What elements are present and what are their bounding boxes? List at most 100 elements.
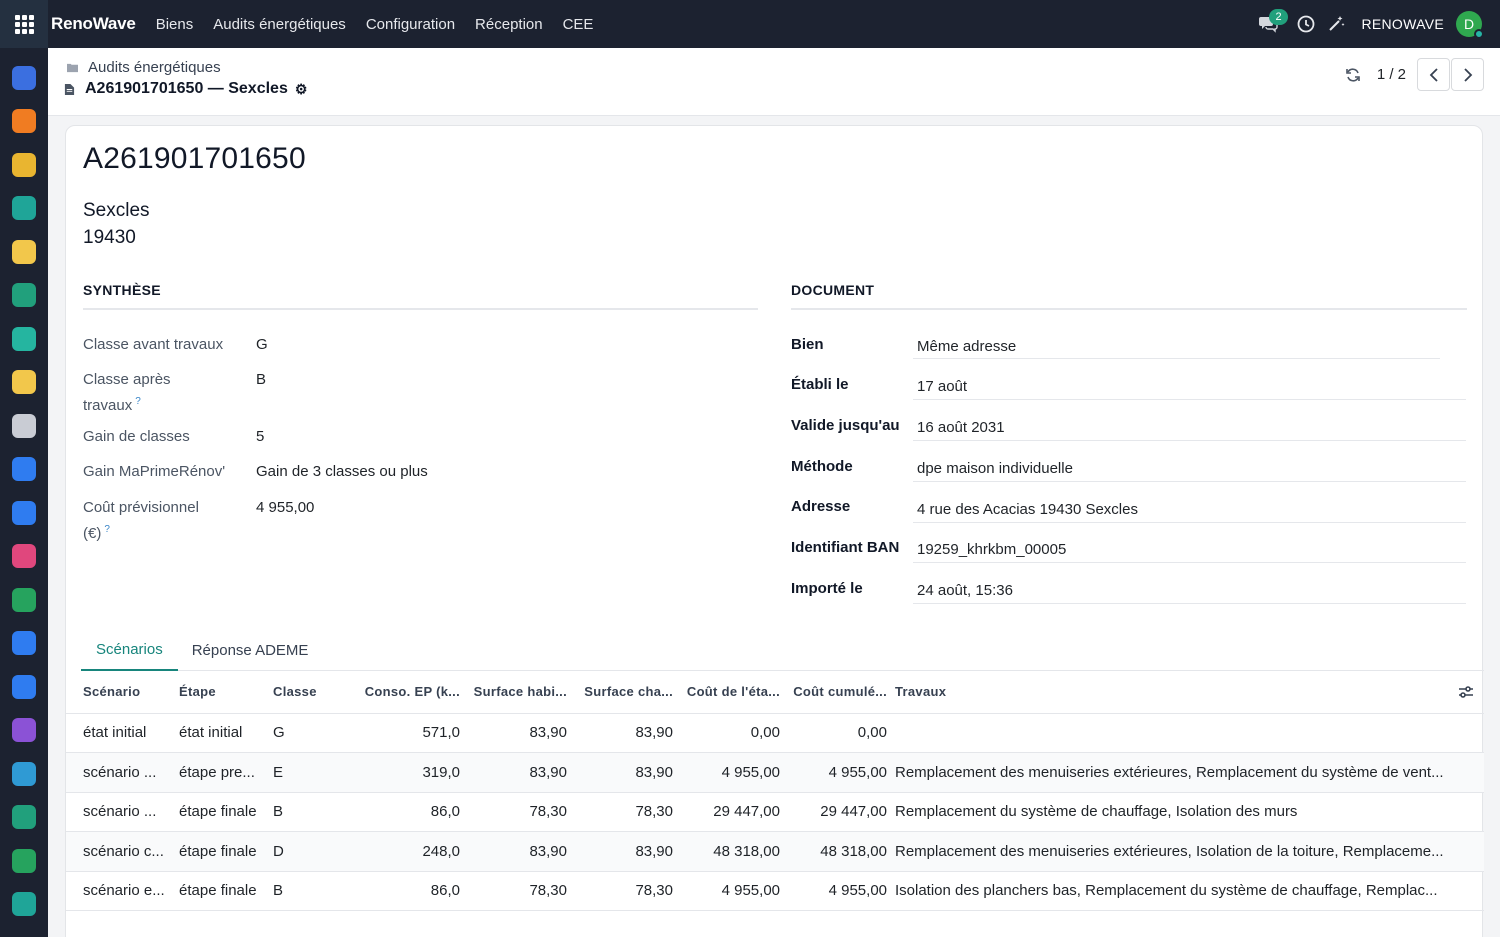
menu-item-configuration[interactable]: Configuration bbox=[356, 16, 465, 33]
dock-app-button[interactable] bbox=[0, 709, 48, 753]
cell-cout-etape: 0,00 bbox=[677, 713, 784, 753]
dock-app-button[interactable] bbox=[0, 752, 48, 796]
dock-app-button[interactable] bbox=[0, 230, 48, 274]
dock-app-button[interactable] bbox=[0, 578, 48, 622]
menu-item-biens[interactable]: Biens bbox=[146, 16, 204, 33]
column-header-travaux[interactable]: Travaux bbox=[891, 671, 1484, 714]
breadcrumb-parent[interactable]: Audits énergétiques bbox=[67, 59, 221, 76]
cell-travaux: Isolation des planchers bas, Remplacemen… bbox=[891, 871, 1484, 911]
table-row[interactable]: scénario ... étape pre... E 319,0 83,90 83,90… bbox=[66, 752, 1484, 793]
optional-columns-toggle-icon[interactable] bbox=[1458, 685, 1474, 699]
pager-previous-button[interactable] bbox=[1417, 58, 1450, 91]
dock-app-button[interactable] bbox=[0, 274, 48, 318]
app-icon bbox=[12, 761, 36, 786]
pager: 1 / 2 bbox=[1343, 58, 1484, 91]
table-row[interactable]: scénario c... étape finale D 248,0 83,90 83,9… bbox=[66, 831, 1484, 872]
debug-button[interactable] bbox=[1321, 0, 1351, 48]
cell-cout-cumule: 29 447,00 bbox=[784, 792, 891, 832]
dock-app-button[interactable] bbox=[0, 665, 48, 709]
column-header-cout-cumule[interactable]: Coût cumulé... bbox=[784, 671, 891, 714]
synthese-divider bbox=[83, 308, 758, 310]
tab-scenarios[interactable]: Scénarios bbox=[81, 629, 178, 671]
dock-app-button[interactable] bbox=[0, 317, 48, 361]
cell-surface-chauffee: 83,90 bbox=[571, 831, 677, 872]
dock-app-button[interactable] bbox=[0, 404, 48, 448]
table-row[interactable]: scénario ... étape finale B 86,0 78,30 78,30 2… bbox=[66, 792, 1484, 832]
field-value-valide-jusqu[interactable]: 16 août 2031 bbox=[917, 419, 1005, 436]
messages-badge: 2 bbox=[1269, 9, 1288, 25]
table-row[interactable]: état initial état initial G 571,0 83,90 83,90… bbox=[66, 713, 1484, 753]
field-value-gain-classes: 5 bbox=[256, 428, 265, 445]
column-header-cout-etape[interactable]: Coût de l'éta... bbox=[677, 671, 784, 714]
cell-travaux: Remplacement des menuiseries extérieures… bbox=[891, 831, 1484, 872]
apps-menu-button[interactable] bbox=[0, 0, 48, 48]
menu-item-reception[interactable]: Réception bbox=[465, 16, 553, 33]
rocket-icon bbox=[12, 326, 36, 351]
field-value-cout-previsionnel: 4 955,00 bbox=[256, 499, 315, 516]
column-header-surface-chauffee[interactable]: Surface cha... bbox=[571, 671, 677, 714]
app-icon bbox=[12, 718, 36, 743]
menu-item-cee[interactable]: CEE bbox=[553, 16, 604, 33]
chevron-right-icon bbox=[1463, 67, 1472, 82]
dock-app-button[interactable] bbox=[0, 622, 48, 666]
dock-app-button[interactable] bbox=[0, 796, 48, 840]
coin-icon bbox=[12, 370, 36, 395]
breadcrumb-current: A261901701650 — Sexcles ⚙ bbox=[64, 80, 307, 98]
field-label-importe-le: Importé le bbox=[791, 580, 863, 597]
column-header-conso-ep[interactable]: Conso. EP (k... bbox=[331, 671, 464, 714]
dock-app-button[interactable] bbox=[0, 839, 48, 883]
dock-app-button[interactable] bbox=[0, 143, 48, 187]
folder-icon bbox=[67, 63, 78, 73]
field-value-identifiant-ban[interactable]: 19259_khrkbm_00005 bbox=[917, 541, 1066, 558]
field-label-classe-apres-line1: Classe après bbox=[83, 371, 171, 388]
column-header-surface-habitable[interactable]: Surface habi... bbox=[464, 671, 571, 714]
tab-reponse-ademe[interactable]: Réponse ADEME bbox=[178, 629, 323, 671]
column-header-scenario[interactable]: Scénario bbox=[66, 671, 175, 714]
activities-button[interactable] bbox=[1291, 0, 1321, 48]
cell-etape: état initial bbox=[175, 713, 269, 753]
column-header-classe[interactable]: Classe bbox=[269, 671, 331, 714]
dock-app-button[interactable] bbox=[0, 491, 48, 535]
field-value-methode[interactable]: dpe maison individuelle bbox=[917, 460, 1073, 477]
cell-conso-ep: 571,0 bbox=[331, 713, 464, 753]
field-label-cout-line1: Coût prévisionnel bbox=[83, 499, 199, 516]
app-icon bbox=[12, 587, 36, 612]
field-value-bien[interactable]: Même adresse bbox=[917, 338, 1016, 355]
user-avatar[interactable]: D bbox=[1456, 11, 1484, 39]
calendar-icon bbox=[12, 500, 36, 525]
field-value-etabli-le[interactable]: 17 août bbox=[917, 378, 967, 395]
menu-item-audits[interactable]: Audits énergétiques bbox=[203, 16, 356, 33]
messages-button[interactable]: 2 bbox=[1253, 0, 1288, 48]
dock-app-button[interactable] bbox=[0, 361, 48, 405]
field-label-adresse: Adresse bbox=[791, 498, 851, 515]
dock-app-button[interactable] bbox=[0, 100, 48, 144]
pager-next-button[interactable] bbox=[1451, 58, 1484, 91]
dock-app-button[interactable] bbox=[0, 448, 48, 492]
bank-icon bbox=[12, 413, 36, 438]
field-label-valide-jusqu: Valide jusqu'au bbox=[791, 417, 900, 434]
dock-app-button[interactable] bbox=[0, 187, 48, 231]
gear-icon[interactable]: ⚙ bbox=[295, 81, 308, 98]
cell-cout-etape: 29 447,00 bbox=[677, 792, 784, 832]
help-tooltip-icon[interactable]: ? bbox=[135, 396, 141, 407]
app-brand[interactable]: RenoWave bbox=[51, 14, 136, 34]
cell-etape: étape finale bbox=[175, 831, 269, 872]
table-row[interactable]: scénario e... étape finale B 86,0 78,30 78,30… bbox=[66, 871, 1484, 911]
field-value-adresse[interactable]: 4 rue des Acacias 19430 Sexcles bbox=[917, 501, 1138, 518]
field-label-methode: Méthode bbox=[791, 458, 853, 475]
record-postcode: 19430 bbox=[83, 227, 136, 248]
column-header-etape[interactable]: Étape bbox=[175, 671, 269, 714]
dock-app-button[interactable] bbox=[0, 883, 48, 927]
pager-value[interactable]: 1 / 2 bbox=[1377, 66, 1406, 83]
field-value-gain-maprimerenov: Gain de 3 classes ou plus bbox=[256, 463, 428, 480]
field-value-importe-le[interactable]: 24 août, 15:36 bbox=[917, 582, 1013, 599]
refresh-button[interactable] bbox=[1343, 59, 1363, 91]
dock-app-button[interactable] bbox=[0, 535, 48, 579]
company-switcher[interactable]: RENOWAVE bbox=[1361, 16, 1444, 32]
cell-scenario: scénario ... bbox=[66, 792, 175, 832]
dock-app-button[interactable] bbox=[0, 56, 48, 100]
form-sheet: A261901701650 Sexcles 19430 SYNTHÈSE Cla… bbox=[65, 125, 1484, 937]
field-underline bbox=[913, 522, 1466, 523]
help-tooltip-icon[interactable]: ? bbox=[104, 524, 110, 535]
cell-surface-chauffee: 83,90 bbox=[571, 752, 677, 793]
